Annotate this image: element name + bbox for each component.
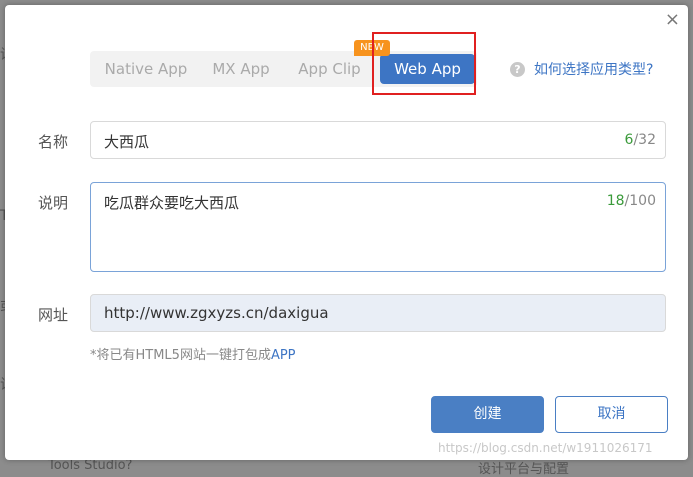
name-value: 大西瓜 <box>104 133 150 151</box>
help-link[interactable]: ? 如何选择应用类型? <box>510 59 653 79</box>
tab-mx-app[interactable]: MX App <box>210 51 272 87</box>
url-hint: *将已有HTML5网站一键打包成APP <box>90 348 296 363</box>
name-label: 名称 <box>38 133 69 151</box>
background-text: Tools Studio? <box>48 458 133 473</box>
description-textarea[interactable]: 吃瓜群众要吃大西瓜 18/100 <box>90 182 666 272</box>
description-counter: 18/100 <box>606 193 656 209</box>
url-value: http://www.zgxyzs.cn/daxigua <box>104 304 329 322</box>
watermark: https://blog.csdn.net/w1911026171 <box>438 441 653 455</box>
description-label: 说明 <box>38 194 69 212</box>
create-app-dialog: × Native App MX App App Clip Web App NEW… <box>5 5 688 460</box>
create-button[interactable]: 创建 <box>431 396 544 433</box>
background-text: 设计平台与配置 <box>478 462 570 477</box>
name-input[interactable]: 大西瓜 6/32 <box>90 121 666 159</box>
question-circle-icon: ? <box>510 61 525 77</box>
highlight-annotation <box>372 32 476 95</box>
cancel-button[interactable]: 取消 <box>555 396 668 433</box>
url-label: 网址 <box>38 306 69 324</box>
name-counter: 6/32 <box>624 132 656 148</box>
url-input[interactable]: http://www.zgxyzs.cn/daxigua <box>90 294 666 332</box>
close-icon[interactable]: × <box>665 9 680 30</box>
tab-native-app[interactable]: Native App <box>100 51 192 87</box>
description-value: 吃瓜群众要吃大西瓜 <box>104 194 240 212</box>
tab-app-clip[interactable]: App Clip <box>297 51 362 87</box>
help-link-text: 如何选择应用类型? <box>534 62 654 78</box>
